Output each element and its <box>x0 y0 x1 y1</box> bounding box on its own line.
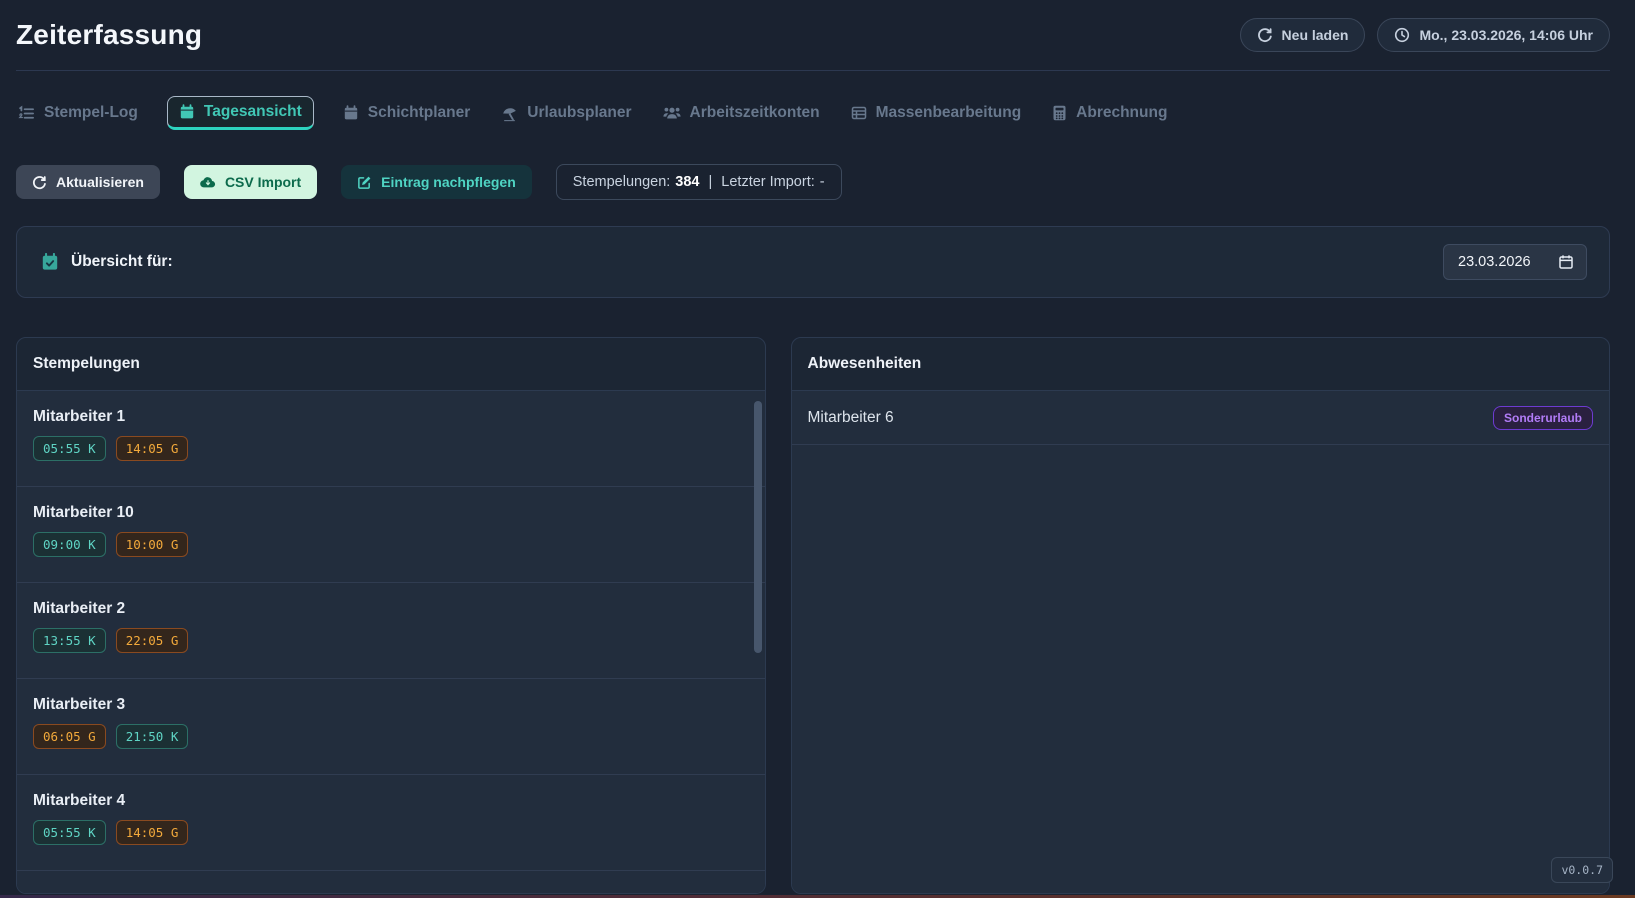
refresh-button[interactable]: Aktualisieren <box>16 165 160 199</box>
date-picker[interactable] <box>1443 244 1587 280</box>
employee-name: Mitarbeiter 1 <box>33 408 749 426</box>
stamp-row: Mitarbeiter 10 09:00 K 10:00 G <box>17 487 765 583</box>
stamp-badges: 09:00 K 10:00 G <box>33 532 749 557</box>
employee-name: Mitarbeiter 6 <box>808 409 894 427</box>
numbered-list-icon <box>18 105 35 122</box>
stempelungen-panel-title: Stempelungen <box>17 338 765 391</box>
stempelungen-count-label: Stempelungen: <box>573 174 671 190</box>
datetime-display: Mo., 23.03.2026, 14:06 Uhr <box>1377 18 1610 52</box>
clock-in-badge: 09:00 K <box>33 532 106 557</box>
datetime-label: Mo., 23.03.2026, 14:06 Uhr <box>1419 27 1593 43</box>
calendar-icon[interactable] <box>1558 254 1574 270</box>
stempelungen-panel: Stempelungen Mitarbeiter 1 05:55 K 14:05… <box>16 337 766 894</box>
list-scrollbar[interactable] <box>754 401 762 653</box>
clock-out-badge: 14:05 G <box>116 436 189 461</box>
tab-urlaubsplaner[interactable]: Urlaubsplaner <box>499 97 633 129</box>
clock-out-badge: 06:05 G <box>33 724 106 749</box>
overview-header: Übersicht für: <box>41 253 173 271</box>
stamp-badges: 05:55 K 14:05 G <box>33 436 749 461</box>
stamp-badges: 05:55 K 14:05 G <box>33 820 749 845</box>
tab-massenbearbeitung[interactable]: Massenbearbeitung <box>849 97 1024 129</box>
calendar-icon <box>179 104 195 120</box>
stamp-badges: 06:05 G 21:50 K <box>33 724 749 749</box>
tab-label: Tagesansicht <box>204 103 302 121</box>
clock-in-badge: 05:55 K <box>33 436 106 461</box>
employee-name: Mitarbeiter 10 <box>33 504 749 522</box>
tab-bar: Stempel-Log Tagesansicht Schichtplaner <box>16 95 1610 131</box>
abwesenheiten-list: Mitarbeiter 6 Sonderurlaub <box>792 391 1609 893</box>
tab-label: Stempel-Log <box>44 104 138 122</box>
import-stats: Stempelungen: 384 | Letzter Import: - <box>556 164 842 200</box>
abwesenheiten-panel: Abwesenheiten Mitarbeiter 6 Sonderurlaub <box>791 337 1610 894</box>
clock-in-badge: 21:50 K <box>116 724 189 749</box>
page-title: Zeiterfassung <box>16 19 202 51</box>
refresh-label: Aktualisieren <box>56 174 144 190</box>
employee-name: Mitarbeiter 2 <box>33 600 749 618</box>
stamp-badges: 13:55 K 22:05 G <box>33 628 749 653</box>
tab-stempel-log[interactable]: Stempel-Log <box>16 97 140 129</box>
cloud-download-icon <box>200 175 216 189</box>
last-import-label: Letzter Import: <box>721 174 814 190</box>
header-actions: Neu laden Mo., 23.03.2026, 14:06 Uhr <box>1240 18 1610 52</box>
table-icon <box>851 105 867 121</box>
refresh-icon <box>32 175 47 190</box>
add-entry-label: Eintrag nachpflegen <box>381 174 516 190</box>
top-bar: Zeiterfassung Neu laden Mo., 23.03.2026,… <box>16 18 1610 52</box>
absence-row: Mitarbeiter 6 Sonderurlaub <box>792 391 1609 445</box>
beach-umbrella-icon <box>501 105 518 122</box>
last-import-value: - <box>820 174 825 190</box>
stamp-row: Mitarbeiter 1 05:55 K 14:05 G <box>17 391 765 487</box>
stamp-row: Mitarbeiter 4 05:55 K 14:05 G <box>17 775 765 871</box>
tab-label: Arbeitszeitkonten <box>690 104 820 122</box>
stats-separator: | <box>709 174 713 190</box>
tab-label: Abrechnung <box>1076 104 1167 122</box>
clock-out-badge: 14:05 G <box>116 820 189 845</box>
calendar-check-icon <box>41 253 59 271</box>
clock-icon <box>1394 27 1410 43</box>
stempelungen-list: Mitarbeiter 1 05:55 K 14:05 G Mitarbeite… <box>17 391 765 893</box>
abwesenheiten-panel-title: Abwesenheiten <box>792 338 1609 391</box>
csv-import-label: CSV Import <box>225 174 301 190</box>
tab-schichtplaner[interactable]: Schichtplaner <box>341 97 473 129</box>
tab-label: Schichtplaner <box>368 104 471 122</box>
calculator-icon <box>1052 105 1067 121</box>
clock-out-badge: 10:00 G <box>116 532 189 557</box>
refresh-icon <box>1257 27 1273 43</box>
employee-name: Mitarbeiter 4 <box>33 792 749 810</box>
clock-in-badge: 05:55 K <box>33 820 106 845</box>
header-divider <box>16 70 1610 71</box>
pencil-square-icon <box>357 175 372 190</box>
tab-arbeitszeitkonten[interactable]: Arbeitszeitkonten <box>661 97 822 129</box>
clock-out-badge: 22:05 G <box>116 628 189 653</box>
action-toolbar: Aktualisieren CSV Import Eintrag nachpfl… <box>16 164 1610 200</box>
csv-import-button[interactable]: CSV Import <box>184 165 317 199</box>
date-input[interactable] <box>1458 254 1544 270</box>
tab-abrechnung[interactable]: Abrechnung <box>1050 97 1169 129</box>
stempelungen-count-value: 384 <box>675 174 699 190</box>
reload-label: Neu laden <box>1282 27 1349 43</box>
stamp-row: Mitarbeiter 2 13:55 K 22:05 G <box>17 583 765 679</box>
version-badge: v0.0.7 <box>1551 857 1613 883</box>
overview-label: Übersicht für: <box>71 253 173 271</box>
overview-panel: Übersicht für: <box>16 226 1610 298</box>
tab-tagesansicht[interactable]: Tagesansicht <box>167 96 314 130</box>
calendar-icon <box>343 105 359 121</box>
main-content: Stempelungen Mitarbeiter 1 05:55 K 14:05… <box>16 337 1610 894</box>
tab-label: Massenbearbeitung <box>876 104 1022 122</box>
add-entry-button[interactable]: Eintrag nachpflegen <box>341 165 532 199</box>
stamp-row: Mitarbeiter 3 06:05 G 21:50 K <box>17 679 765 775</box>
clock-in-badge: 13:55 K <box>33 628 106 653</box>
users-icon <box>663 105 681 121</box>
absence-type-badge: Sonderurlaub <box>1493 406 1593 430</box>
reload-button[interactable]: Neu laden <box>1240 18 1366 52</box>
employee-name: Mitarbeiter 3 <box>33 696 749 714</box>
tab-label: Urlaubsplaner <box>527 104 631 122</box>
